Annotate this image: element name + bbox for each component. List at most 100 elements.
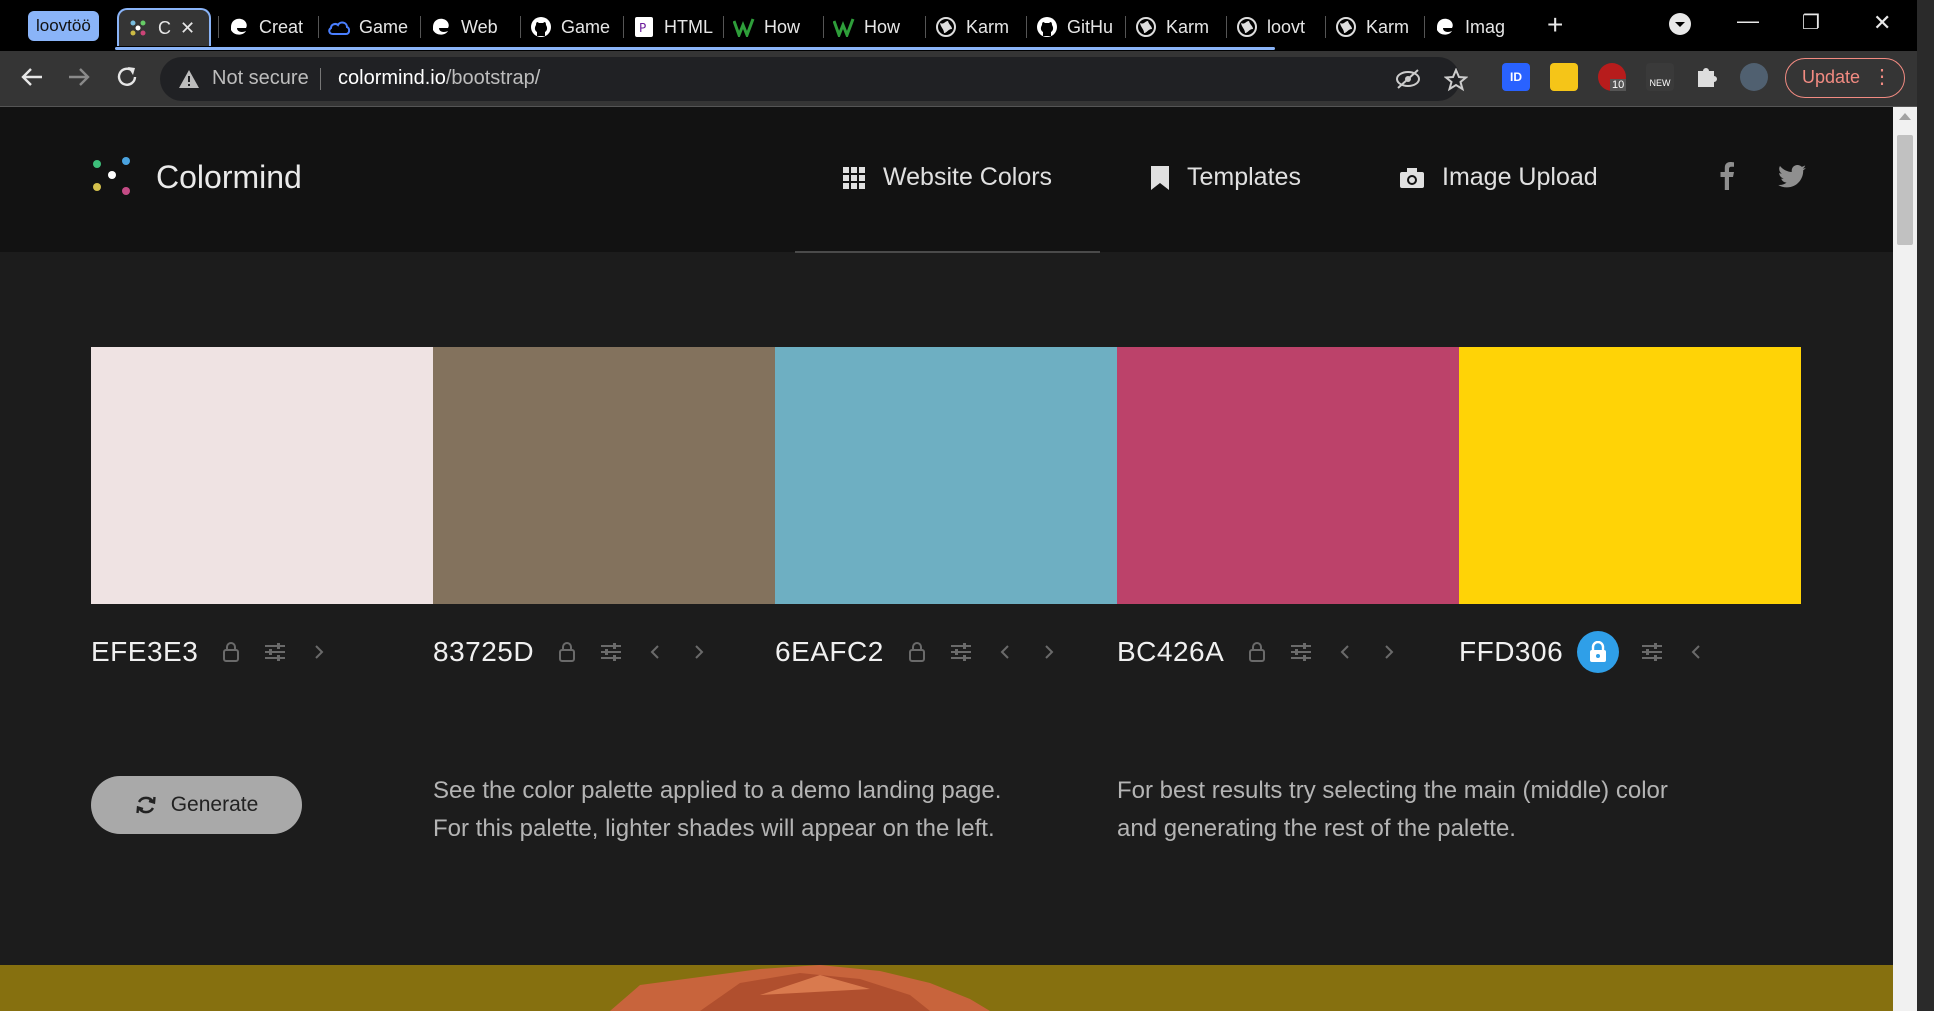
browser-tab[interactable]: Web	[430, 8, 510, 46]
hex-value[interactable]: EFE3E3	[91, 636, 198, 668]
browser-side-panel	[1917, 0, 1934, 1011]
adjust-sliders-icon[interactable]	[264, 641, 286, 663]
swatch-controls: 83725D	[433, 632, 710, 672]
tab-separator	[520, 16, 521, 38]
new-tab-button[interactable]: +	[1547, 9, 1563, 41]
security-label[interactable]: Not secure	[212, 67, 309, 90]
browser-tab[interactable]: Imag	[1434, 8, 1514, 46]
grid-icon	[843, 166, 865, 189]
lock-icon[interactable]	[906, 641, 928, 663]
browser-tab[interactable]: Creat	[228, 8, 308, 46]
chevron-right-icon[interactable]	[688, 641, 710, 663]
nav-website-colors[interactable]: Website Colors	[843, 163, 1052, 192]
tab-title: HTML	[664, 16, 713, 37]
tip-description: For best results try selecting the main …	[1117, 772, 1668, 848]
generate-label: Generate	[170, 793, 259, 816]
adjust-sliders-icon[interactable]	[600, 641, 622, 663]
browser-tab[interactable]: GitHu	[1036, 8, 1116, 46]
hex-value[interactable]: 83725D	[433, 636, 534, 668]
browser-tab[interactable]: Karm	[1135, 8, 1215, 46]
scroll-up-icon[interactable]	[1899, 113, 1911, 120]
nav-image-upload[interactable]: Image Upload	[1400, 163, 1598, 192]
address-bar[interactable]: Not secure colormind.io/bootstrap/	[160, 57, 1469, 101]
extensions-puzzle-icon[interactable]	[1694, 63, 1722, 91]
refresh-icon	[136, 796, 156, 814]
chevron-left-icon[interactable]	[1334, 641, 1356, 663]
color-swatch[interactable]	[433, 347, 775, 604]
color-swatch[interactable]	[1117, 347, 1459, 604]
edge-favicon-icon	[430, 16, 452, 38]
back-arrow-icon[interactable]	[18, 63, 50, 95]
browser-tab[interactable]: loovt	[1236, 8, 1316, 46]
browser-tab[interactable]: Game	[530, 8, 610, 46]
hex-value[interactable]: BC426A	[1117, 636, 1224, 668]
url-text[interactable]: colormind.io/bootstrap/	[338, 67, 540, 90]
scrollbar-thumb[interactable]	[1897, 135, 1913, 245]
tab-group-chip[interactable]: loovtöö	[28, 11, 99, 41]
profile-avatar[interactable]	[1740, 63, 1768, 91]
color-swatch[interactable]	[775, 347, 1117, 604]
update-button[interactable]: Update ⋮	[1785, 58, 1905, 98]
tab-search-icon[interactable]	[1668, 12, 1692, 42]
edge-favicon-icon	[228, 16, 250, 38]
extension-ublock-icon[interactable]: 10	[1598, 63, 1627, 91]
lock-icon[interactable]	[1246, 641, 1268, 663]
chevron-right-icon[interactable]	[1038, 641, 1060, 663]
lock-icon[interactable]	[556, 641, 578, 663]
extension-notes-icon[interactable]	[1550, 63, 1578, 91]
color-swatch[interactable]	[91, 347, 433, 604]
lock-icon[interactable]	[220, 641, 242, 663]
bookmark-star-icon[interactable]	[1443, 67, 1469, 96]
nav-templates[interactable]: Templates	[1151, 163, 1301, 192]
hex-value[interactable]: 6EAFC2	[775, 636, 884, 668]
lock-icon[interactable]	[1577, 631, 1620, 673]
tab-colormind-active[interactable]: C ✕	[117, 8, 211, 46]
tab-title: Imag	[1465, 16, 1506, 37]
forward-arrow-icon[interactable]	[65, 63, 97, 95]
svg-text:P: P	[639, 21, 646, 35]
adjust-sliders-icon[interactable]	[1290, 641, 1312, 663]
nav-label: Templates	[1187, 163, 1301, 191]
browser-tab[interactable]: How	[833, 8, 913, 46]
tip-description-line: For best results try selecting the main …	[1117, 777, 1668, 804]
colormind-favicon-icon	[127, 17, 149, 39]
more-menu-icon[interactable]: ⋮	[1872, 59, 1892, 96]
tab-separator	[623, 16, 624, 38]
color-swatch[interactable]	[1459, 347, 1801, 604]
chevron-left-icon[interactable]	[994, 641, 1016, 663]
chevron-left-icon[interactable]	[1685, 641, 1707, 663]
github-favicon-icon	[1036, 16, 1058, 38]
page-scrollbar[interactable]	[1893, 107, 1917, 1011]
hex-value[interactable]: FFD306	[1459, 636, 1563, 668]
chevron-left-icon[interactable]	[644, 641, 666, 663]
twitter-icon[interactable]	[1778, 165, 1806, 192]
tab-separator	[925, 16, 926, 38]
close-tab-icon[interactable]: ✕	[180, 18, 195, 39]
eye-off-icon[interactable]	[1395, 68, 1421, 94]
extension-new-icon[interactable]: NEW	[1646, 63, 1674, 91]
extension-id-icon[interactable]: ID	[1502, 63, 1530, 91]
adjust-sliders-icon[interactable]	[950, 641, 972, 663]
colormind-page: Colormind Website Colors Templates Image…	[0, 107, 1893, 1011]
adjust-sliders-icon[interactable]	[1641, 641, 1663, 663]
window-close-icon[interactable]: ✕	[1873, 10, 1891, 36]
browser-tab[interactable]: Karm	[935, 8, 1015, 46]
tab-title: Creat	[259, 16, 304, 37]
chevron-right-icon[interactable]	[308, 641, 330, 663]
swatch-controls: EFE3E3	[91, 632, 330, 672]
reload-icon[interactable]	[113, 63, 145, 95]
brand-logo[interactable]: Colormind	[90, 155, 302, 199]
browser-tab[interactable]: Karm	[1335, 8, 1415, 46]
restore-icon[interactable]: ❐	[1802, 10, 1820, 35]
chevron-right-icon[interactable]	[1378, 641, 1400, 663]
browser-tab[interactable]: P HTML	[633, 8, 713, 46]
browser-tab[interactable]: Game	[328, 8, 408, 46]
browser-tab[interactable]: How	[733, 8, 813, 46]
generate-button[interactable]: Generate	[91, 776, 302, 834]
warning-icon[interactable]	[178, 68, 200, 94]
tab-separator	[723, 16, 724, 38]
facebook-icon[interactable]	[1720, 162, 1734, 194]
minimize-icon[interactable]: —	[1737, 8, 1759, 34]
extension-badge: 10	[1610, 79, 1627, 91]
colormind-logo-icon	[93, 157, 130, 195]
